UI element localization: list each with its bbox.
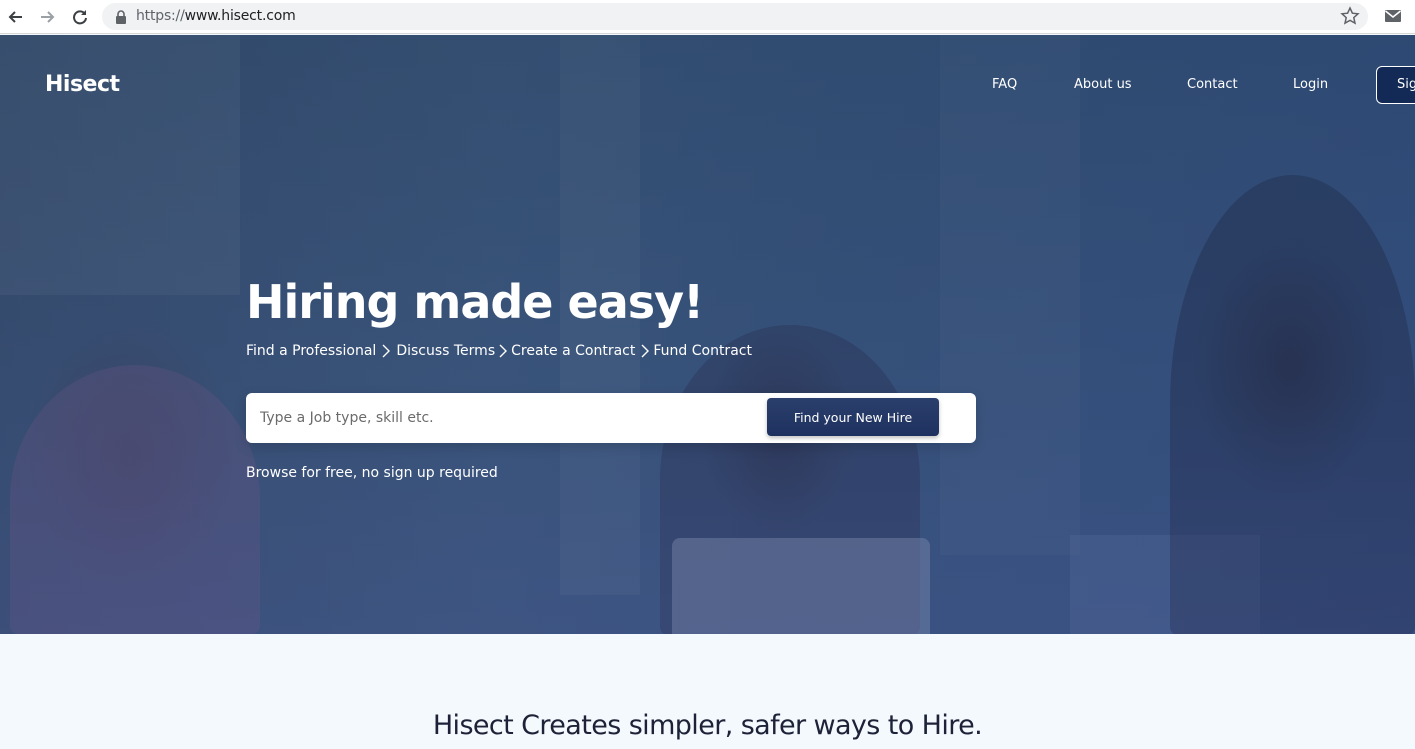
- url-scheme: https://: [136, 8, 185, 24]
- section-title: Hisect Creates simpler, safer ways to Hi…: [432, 710, 983, 741]
- address-bar[interactable]: https://www.hisect.com: [102, 3, 1368, 30]
- nav-contact[interactable]: Contact: [1187, 77, 1238, 92]
- search-box: Find your New Hire: [246, 393, 976, 443]
- back-button[interactable]: [4, 5, 28, 29]
- signup-button[interactable]: Sig: [1376, 66, 1415, 104]
- url-text: https://www.hisect.com: [136, 8, 296, 24]
- hero-headline: Hiring made easy!: [246, 275, 704, 329]
- chevron-right-icon: [641, 344, 650, 358]
- reload-button[interactable]: [68, 5, 92, 29]
- brand-logo[interactable]: Hisect: [45, 72, 120, 97]
- step-discuss-terms: Discuss Terms: [396, 343, 496, 359]
- nav-login[interactable]: Login: [1293, 77, 1328, 92]
- reload-icon: [73, 10, 87, 25]
- arrow-right-icon: [41, 11, 55, 23]
- step-fund-contract: Fund Contract: [653, 343, 752, 359]
- hero-overlay: [0, 35, 1415, 634]
- chevron-right-icon: [499, 344, 508, 358]
- step-create-contract: Create a Contract: [511, 343, 636, 359]
- chevron-right-icon: [382, 344, 391, 358]
- browse-note: Browse for free, no sign up required: [246, 465, 498, 481]
- hero-section: Hisect FAQ About us Contact Login Sig Hi…: [0, 35, 1415, 634]
- arrow-left-icon: [8, 11, 22, 23]
- nav-faq[interactable]: FAQ: [992, 77, 1017, 92]
- browser-toolbar: https://www.hisect.com: [0, 0, 1415, 34]
- find-hire-button[interactable]: Find your New Hire: [767, 398, 939, 436]
- star-icon[interactable]: [1340, 6, 1360, 26]
- lock-icon: [116, 10, 126, 24]
- nav-about-us[interactable]: About us: [1074, 77, 1132, 92]
- url-host: www.hisect.com: [184, 8, 296, 24]
- step-find-professional: Find a Professional: [246, 343, 377, 359]
- job-search-input[interactable]: [260, 401, 760, 435]
- mail-icon[interactable]: [1384, 8, 1402, 24]
- hiring-steps: Find a Professional Discuss Terms Create…: [246, 343, 752, 359]
- forward-button[interactable]: [35, 5, 59, 29]
